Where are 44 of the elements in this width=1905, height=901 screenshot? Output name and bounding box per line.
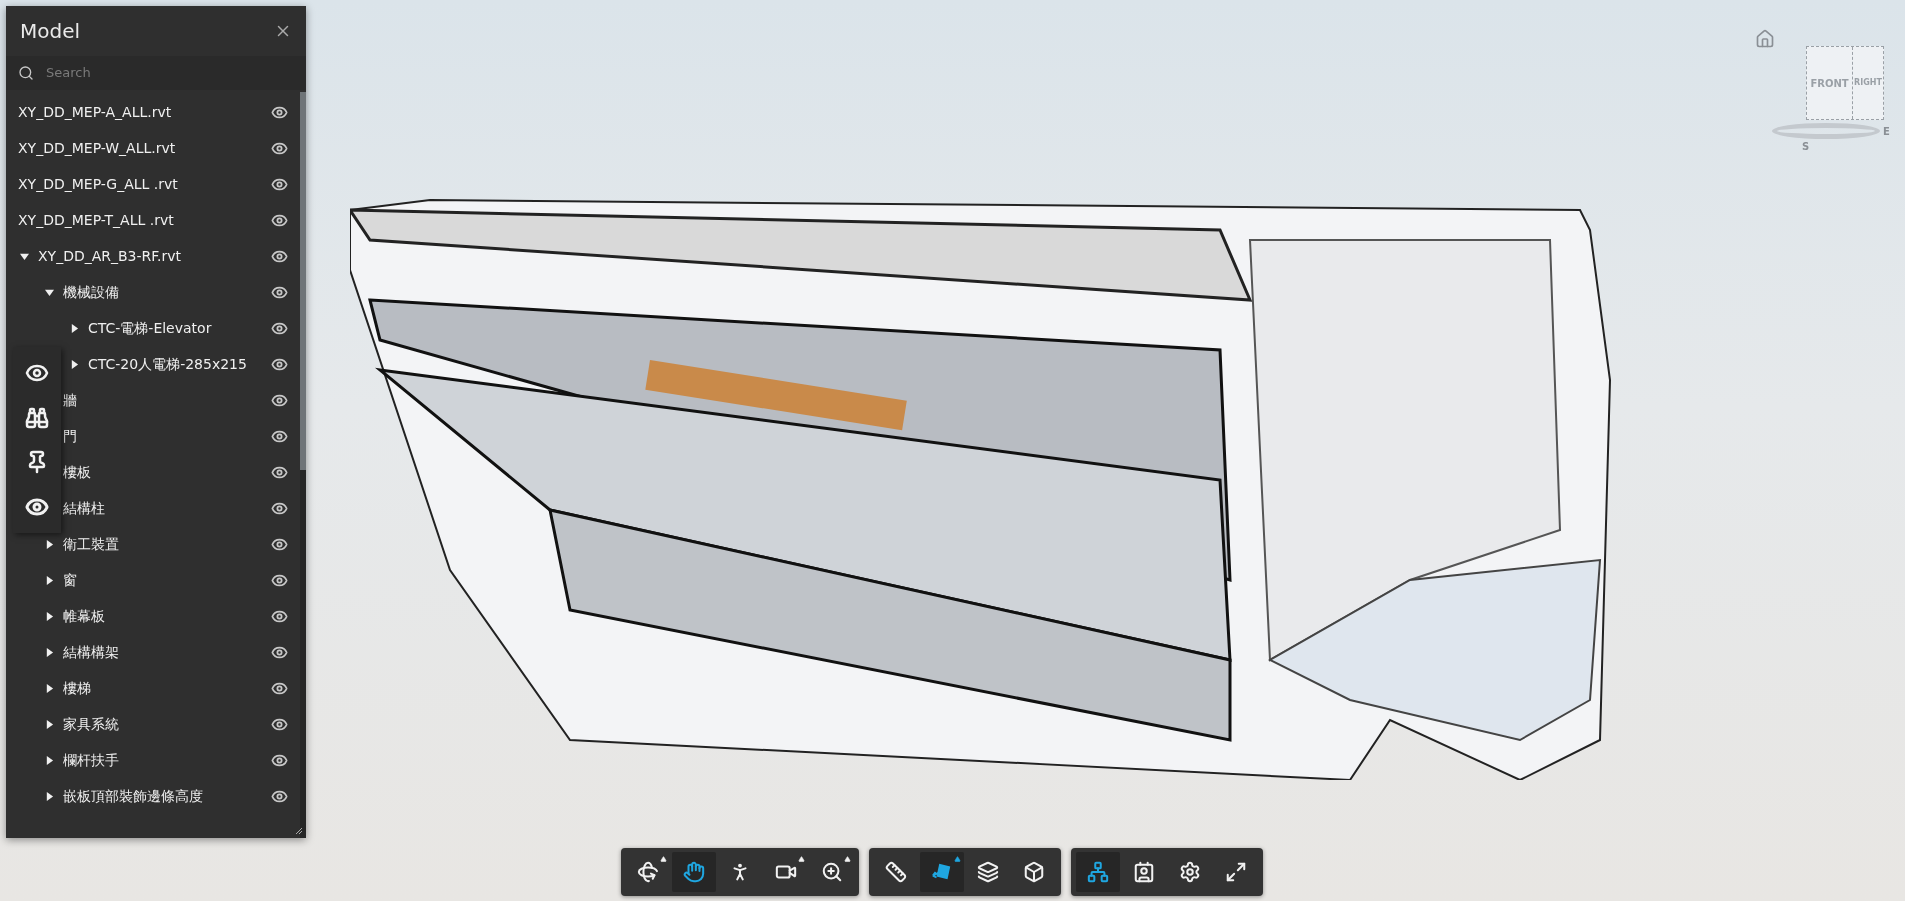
- panel-title: Model: [20, 18, 81, 45]
- search-icon: [18, 65, 34, 81]
- properties-icon: [1133, 861, 1155, 883]
- ruler-icon: [885, 861, 907, 883]
- tree-item-label[interactable]: XY_DD_MEP-G_ALL .rvt: [18, 173, 271, 195]
- cube-icon: [1023, 861, 1045, 883]
- compass-label: E: [1883, 125, 1890, 139]
- tree-item-label[interactable]: 衛工裝置: [63, 533, 271, 555]
- tree-item-label[interactable]: 牆: [63, 389, 271, 411]
- tree-item-label[interactable]: 結構柱: [63, 497, 271, 519]
- tree-item-label[interactable]: CTC-20人電梯-285x215: [88, 353, 271, 375]
- search-input[interactable]: Search: [46, 63, 294, 83]
- tree-item-label[interactable]: XY_DD_MEP-W_ALL.rvt: [18, 137, 271, 159]
- tree-item-label[interactable]: 機械設備: [63, 281, 271, 303]
- toolbar-button[interactable]: [672, 852, 716, 892]
- orbit-icon: [637, 861, 659, 883]
- toolbar-button[interactable]: [920, 852, 964, 892]
- tree-item-label[interactable]: 樓梯: [63, 677, 271, 699]
- layers-icon: [977, 861, 999, 883]
- tree-item-label[interactable]: 欄杆扶手: [63, 749, 271, 771]
- binoculars-icon: [25, 405, 49, 430]
- tree-item-label[interactable]: 門: [63, 425, 271, 447]
- tree-item-label[interactable]: 結構構架: [63, 641, 271, 663]
- compass-label: S: [1802, 140, 1810, 154]
- search-field[interactable]: Search: [6, 56, 306, 90]
- home-icon[interactable]: [1755, 29, 1775, 49]
- tree-item-label[interactable]: 帷幕板: [63, 605, 271, 627]
- tree-item-label[interactable]: XY_DD_MEP-A_ALL.rvt: [18, 101, 271, 123]
- toolbar-button[interactable]: [1076, 852, 1120, 892]
- tree-item-label[interactable]: 家具系統: [63, 713, 271, 735]
- tree-item-label[interactable]: 嵌板頂部裝飾邊條高度: [63, 785, 271, 807]
- fullscreen-icon: [1225, 861, 1247, 883]
- hierarchy-icon: [1087, 861, 1109, 883]
- resize-grip-icon: [295, 827, 303, 835]
- scrollbar-thumb[interactable]: [300, 92, 306, 470]
- zoom-icon: [821, 861, 843, 883]
- scrollbar-track[interactable]: [300, 92, 306, 838]
- tree-item-label[interactable]: 窗: [63, 569, 271, 591]
- settings-icon: [1179, 861, 1201, 883]
- tree-item-label[interactable]: CTC-電梯-Elevator: [88, 317, 271, 339]
- tree-item-label[interactable]: XY_DD_AR_B3-RF.rvt: [38, 245, 271, 267]
- tree-item-label[interactable]: 樓板: [63, 461, 271, 483]
- tree-item-label[interactable]: XY_DD_MEP-T_ALL .rvt: [18, 209, 271, 231]
- hand-icon: [683, 861, 705, 883]
